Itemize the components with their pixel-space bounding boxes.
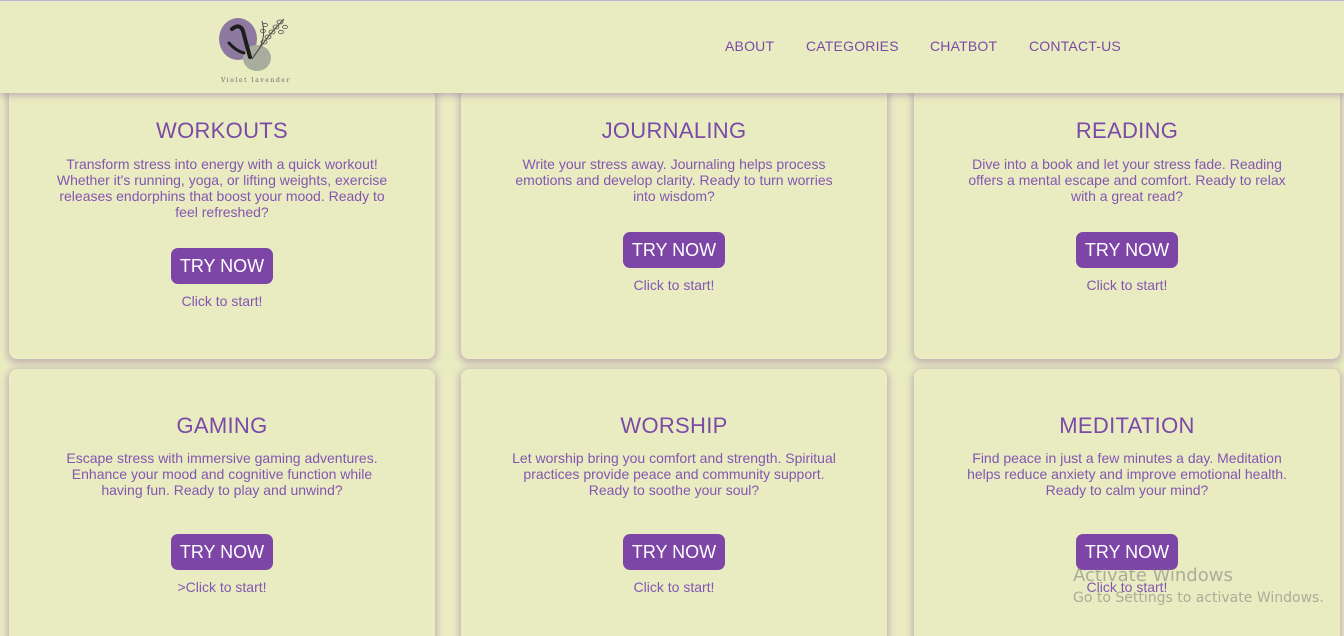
click-to-start-link[interactable]: >Click to start! (9, 579, 435, 595)
try-now-button[interactable]: TRY NOW (622, 534, 726, 570)
card-description: Escape stress with immersive gaming adve… (66, 450, 378, 498)
try-now-button[interactable]: TRY NOW (170, 248, 274, 284)
card-description: Let worship bring you comfort and streng… (512, 450, 836, 498)
card-description: Write your stress away. Journaling helps… (515, 156, 833, 204)
card-description: Find peace in just a few minutes a day. … (967, 450, 1287, 498)
card-workouts: WORKOUTS Transform stress into energy wi… (9, 66, 435, 359)
click-to-start-link[interactable]: Click to start! (461, 277, 887, 293)
site-header: Violet lavender ABOUT CATEGORIES CHATBOT… (0, 0, 1344, 93)
card-description: Dive into a book and let your stress fad… (968, 156, 1286, 204)
card-title: GAMING (176, 413, 268, 438)
card-journaling: JOURNALING Write your stress away. Journ… (461, 66, 887, 359)
card-worship: WORSHIP Let worship bring you comfort an… (461, 369, 887, 636)
card-title: JOURNALING (601, 118, 747, 143)
click-to-start-link[interactable]: Click to start! (461, 579, 887, 595)
nav-chatbot[interactable]: CHATBOT (930, 38, 997, 54)
try-now-button[interactable]: TRY NOW (170, 534, 274, 570)
card-gaming: GAMING Escape stress with immersive gami… (9, 369, 435, 636)
try-now-button[interactable]: TRY NOW (622, 232, 726, 268)
card-title: WORKOUTS (156, 118, 288, 143)
logo[interactable]: Violet lavender (210, 13, 302, 88)
click-to-start-link[interactable]: Click to start! (914, 277, 1340, 293)
nav-categories[interactable]: CATEGORIES (806, 38, 899, 54)
nav-about[interactable]: ABOUT (725, 38, 774, 54)
card-title: READING (1075, 118, 1179, 143)
nav-contact-us[interactable]: CONTACT-US (1029, 38, 1121, 54)
click-to-start-link[interactable]: Click to start! (9, 293, 435, 309)
page: WORKOUTS Transform stress into energy wi… (0, 0, 1344, 636)
try-now-button[interactable]: TRY NOW (1075, 232, 1179, 268)
lavender-logo-icon (219, 18, 288, 71)
activate-windows-watermark: Activate Windows (1073, 565, 1233, 586)
card-description: Transform stress into energy with a quic… (56, 156, 388, 220)
logo-text: Violet lavender (220, 77, 292, 84)
activate-windows-subtext: Go to Settings to activate Windows. (1073, 590, 1324, 606)
card-title: WORSHIP (620, 413, 728, 438)
card-title: MEDITATION (1059, 413, 1195, 438)
card-reading: READING Dive into a book and let your st… (914, 66, 1340, 359)
